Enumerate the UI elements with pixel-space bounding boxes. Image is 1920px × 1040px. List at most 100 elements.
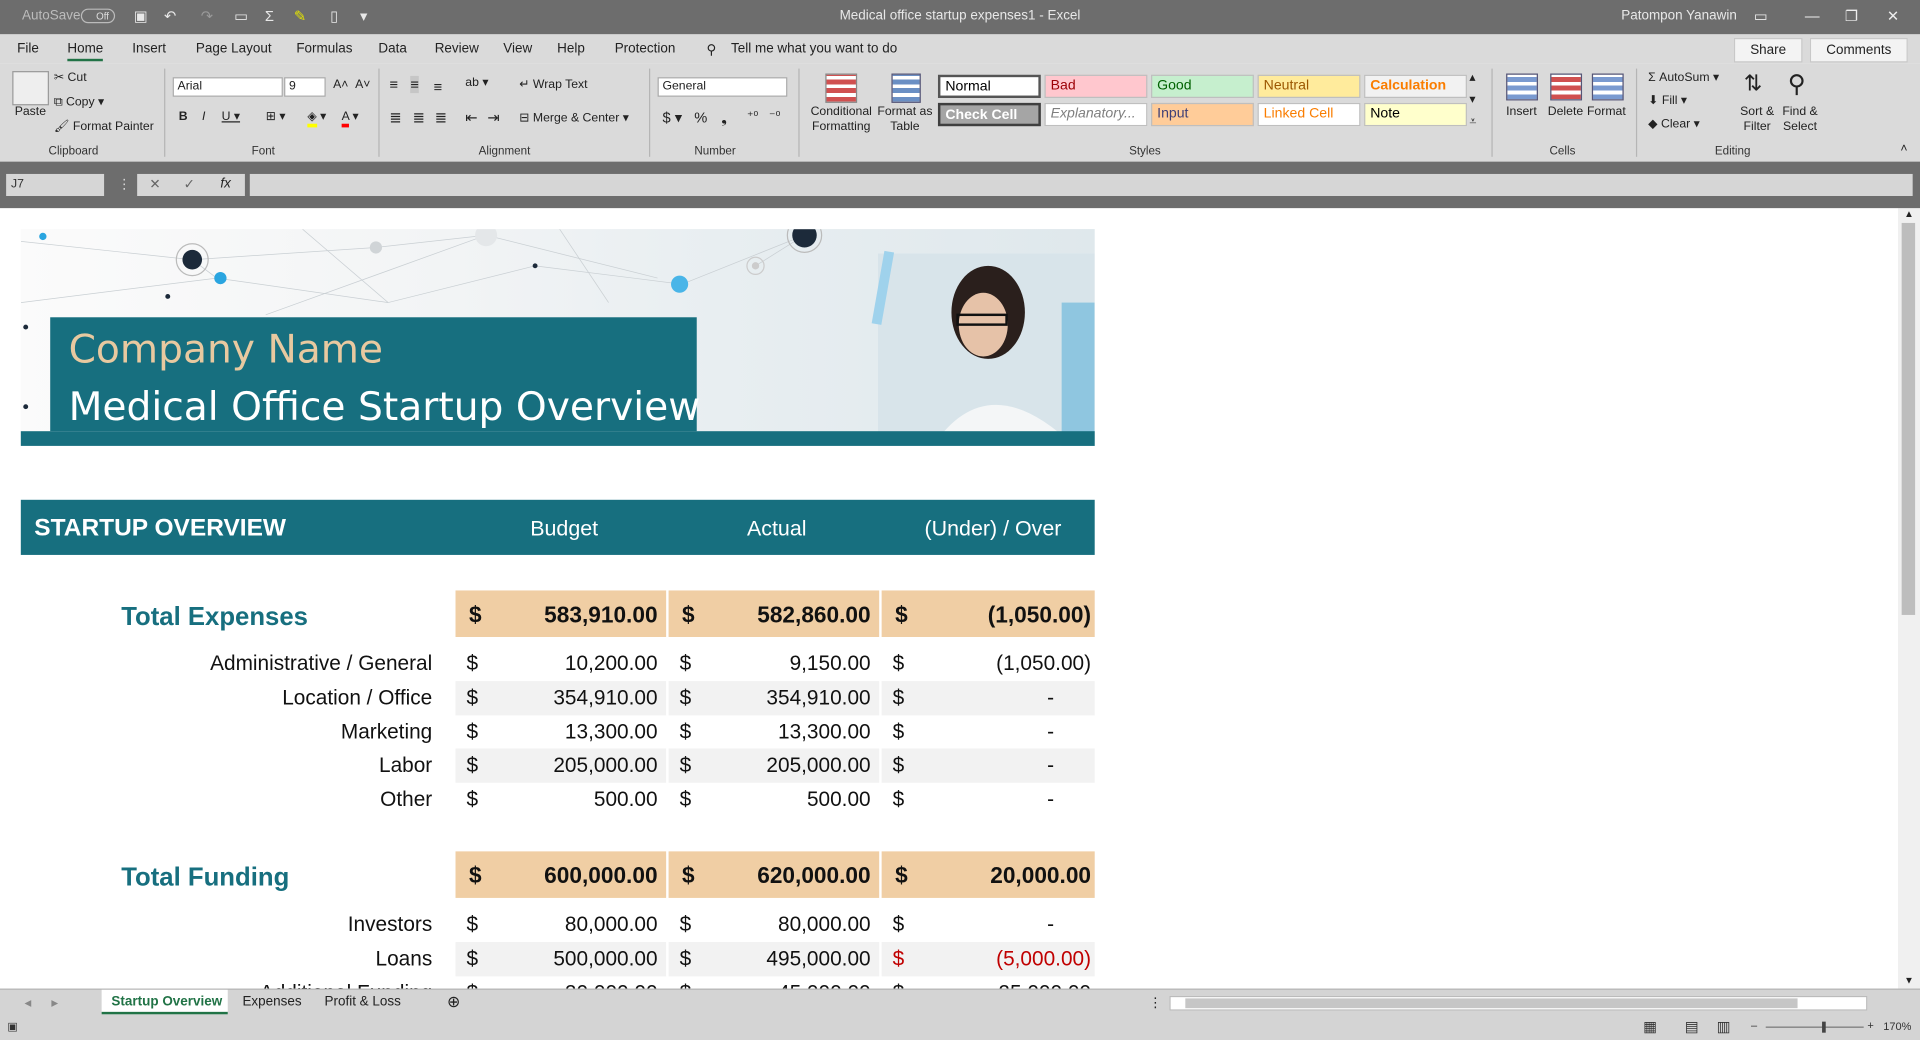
tab-home[interactable]: Home: [67, 42, 104, 62]
tab-page-layout[interactable]: Page Layout: [196, 42, 272, 57]
row-label[interactable]: Location / Office: [16, 686, 432, 711]
row-label[interactable]: Administrative / General: [16, 652, 432, 677]
zoom-slider[interactable]: [1765, 1026, 1864, 1028]
sort-filter-icon[interactable]: ⇅: [1744, 71, 1762, 97]
merge-center-button[interactable]: ⊟ Merge & Center ▾: [519, 111, 629, 124]
normal-view-icon[interactable]: ▦: [1643, 1018, 1657, 1035]
row-label[interactable]: Labor: [16, 754, 432, 779]
row-diff[interactable]: 25,000.00: [895, 981, 1091, 989]
tab-file[interactable]: File: [17, 42, 39, 57]
row-diff[interactable]: -: [1042, 686, 1059, 711]
cell-style-note[interactable]: Note: [1364, 102, 1467, 127]
row-actual[interactable]: 80,000.00: [675, 913, 871, 938]
styles-scroll-down-icon[interactable]: ▾: [1469, 93, 1475, 106]
align-bottom-icon[interactable]: ≡: [433, 78, 442, 95]
cell-style-linked-cell[interactable]: Linked Cell: [1257, 102, 1361, 127]
autosum-button[interactable]: Σ AutoSum ▾: [1648, 71, 1719, 84]
row-label[interactable]: Other: [16, 788, 432, 813]
cell-style-bad[interactable]: Bad: [1044, 74, 1148, 98]
sheet-tab-startup-overview[interactable]: Startup Overview: [111, 995, 222, 1010]
align-top-icon[interactable]: ≡: [389, 76, 398, 93]
restore-icon[interactable]: ❐: [1842, 7, 1862, 24]
comma-style-icon[interactable]: ❟: [721, 109, 727, 127]
share-button[interactable]: Share: [1733, 37, 1803, 63]
row-label[interactable]: Marketing: [16, 720, 432, 745]
macro-record-icon[interactable]: ▣: [7, 1020, 17, 1033]
page-layout-view-icon[interactable]: ▤: [1685, 1018, 1699, 1035]
row-actual[interactable]: 354,910.00: [675, 686, 870, 711]
format-as-table-icon[interactable]: [891, 73, 921, 103]
variance-header[interactable]: (Under) / Over: [924, 516, 1061, 542]
tab-data[interactable]: Data: [378, 42, 406, 57]
add-sheet-icon[interactable]: ⊕: [447, 992, 460, 1012]
tab-help[interactable]: Help: [557, 42, 585, 57]
find-select-icon[interactable]: ⚲: [1788, 69, 1806, 100]
insert-function-icon[interactable]: fx: [220, 176, 230, 191]
cell-style-normal[interactable]: Normal: [937, 74, 1041, 98]
insert-cells-button[interactable]: Insert: [1506, 105, 1537, 118]
copy-button[interactable]: ⧉ Copy ▾: [54, 96, 104, 109]
scroll-up-icon[interactable]: ▲: [1904, 208, 1914, 219]
row-budget[interactable]: 20,000.00: [462, 981, 658, 989]
delete-cells-icon[interactable]: [1550, 73, 1583, 101]
cancel-icon[interactable]: ✕: [149, 176, 160, 193]
zoom-level[interactable]: 170%: [1883, 1020, 1911, 1032]
shrink-font-icon[interactable]: A˅: [355, 78, 370, 91]
row-label[interactable]: Loans: [16, 947, 433, 972]
row-actual[interactable]: 495,000.00: [675, 947, 870, 972]
conditional-formatting-icon[interactable]: [825, 73, 858, 103]
cell-style-good[interactable]: Good: [1151, 74, 1254, 98]
increase-indent-icon[interactable]: ⇥: [487, 109, 499, 126]
scroll-down-icon[interactable]: ▼: [1904, 975, 1914, 986]
row-label[interactable]: Additional Funding: [16, 981, 432, 989]
cell-style-neutral[interactable]: Neutral: [1257, 74, 1361, 98]
font-size-select[interactable]: 9: [284, 77, 326, 97]
actual-header[interactable]: Actual: [747, 516, 807, 542]
row-diff[interactable]: -: [1042, 754, 1059, 779]
horizontal-scrollbar[interactable]: [1169, 995, 1868, 1011]
zoom-in-icon[interactable]: +: [1867, 1019, 1873, 1031]
user-name[interactable]: Patompon Yanawin: [1621, 9, 1737, 24]
enter-icon[interactable]: ✓: [184, 176, 195, 193]
tab-insert[interactable]: Insert: [132, 42, 166, 57]
borders-icon[interactable]: ⊞ ▾: [266, 110, 286, 123]
tab-formulas[interactable]: Formulas: [296, 42, 352, 57]
row-actual[interactable]: 9,150.00: [675, 652, 871, 677]
report-title[interactable]: Medical Office Startup Overview: [69, 383, 701, 430]
cell-style-check-cell[interactable]: Check Cell: [937, 102, 1041, 127]
ribbon-display-icon[interactable]: ▭: [1751, 7, 1771, 24]
bold-button[interactable]: B: [179, 110, 188, 123]
row-diff[interactable]: -: [1042, 913, 1059, 938]
format-as-table-button[interactable]: Format as Table: [877, 105, 933, 134]
company-name[interactable]: Company Name: [69, 326, 383, 373]
row-budget[interactable]: 500.00: [462, 788, 658, 813]
decrease-indent-icon[interactable]: ⇤: [465, 109, 477, 126]
format-cells-button[interactable]: Format: [1587, 105, 1626, 118]
row-budget[interactable]: 13,300.00: [462, 720, 658, 745]
format-painter-button[interactable]: 🖌 Format Painter: [54, 120, 154, 133]
cell-style-calculation[interactable]: Calculation: [1364, 74, 1467, 98]
row-diff[interactable]: (1,050.00): [895, 652, 1091, 677]
paste-icon[interactable]: [12, 71, 49, 106]
underline-button[interactable]: U ▾: [222, 110, 240, 123]
italic-button[interactable]: I: [202, 110, 205, 123]
hscroll-thumb[interactable]: [1185, 998, 1798, 1009]
row-budget[interactable]: 205,000.00: [462, 754, 657, 779]
accounting-format-icon[interactable]: $ ▾: [662, 109, 682, 126]
vertical-scrollbar[interactable]: ▲ ▼: [1897, 208, 1920, 989]
section-total-label[interactable]: Total Funding: [121, 864, 289, 893]
cut-button[interactable]: ✂ Cut: [54, 71, 87, 84]
next-sheet-icon[interactable]: ▸: [51, 995, 58, 1011]
find-select-button[interactable]: Find & Select: [1778, 105, 1822, 134]
format-cells-icon[interactable]: [1591, 73, 1624, 101]
sheet-tab-expenses[interactable]: Expenses: [242, 995, 301, 1010]
conditional-formatting-button[interactable]: Conditional Formatting: [808, 105, 874, 134]
row-actual[interactable]: 500.00: [675, 788, 871, 813]
worksheet[interactable]: Company Name Medical Office Startup Over…: [0, 208, 1898, 989]
percent-icon[interactable]: %: [694, 109, 707, 126]
total-diff[interactable]: 20,000.00: [895, 862, 1091, 889]
collapse-ribbon-icon[interactable]: ˄: [1900, 142, 1907, 155]
styles-more-icon[interactable]: ⩡: [1469, 115, 1476, 128]
total-budget[interactable]: 583,910.00: [462, 601, 657, 628]
tab-view[interactable]: View: [503, 42, 532, 57]
